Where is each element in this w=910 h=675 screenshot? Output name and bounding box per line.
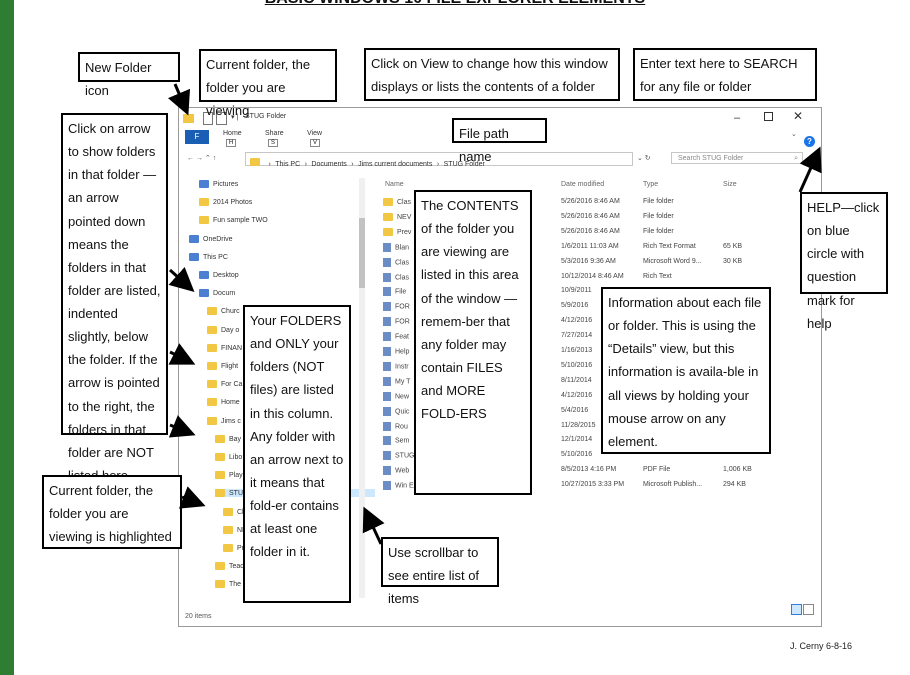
arrow [168,343,196,365]
arrow [178,486,206,509]
arrow [798,146,822,193]
arrow [362,506,385,545]
arrow [167,83,191,116]
arrow [168,415,196,438]
arrows-layer [167,83,822,545]
arrow [168,267,195,293]
